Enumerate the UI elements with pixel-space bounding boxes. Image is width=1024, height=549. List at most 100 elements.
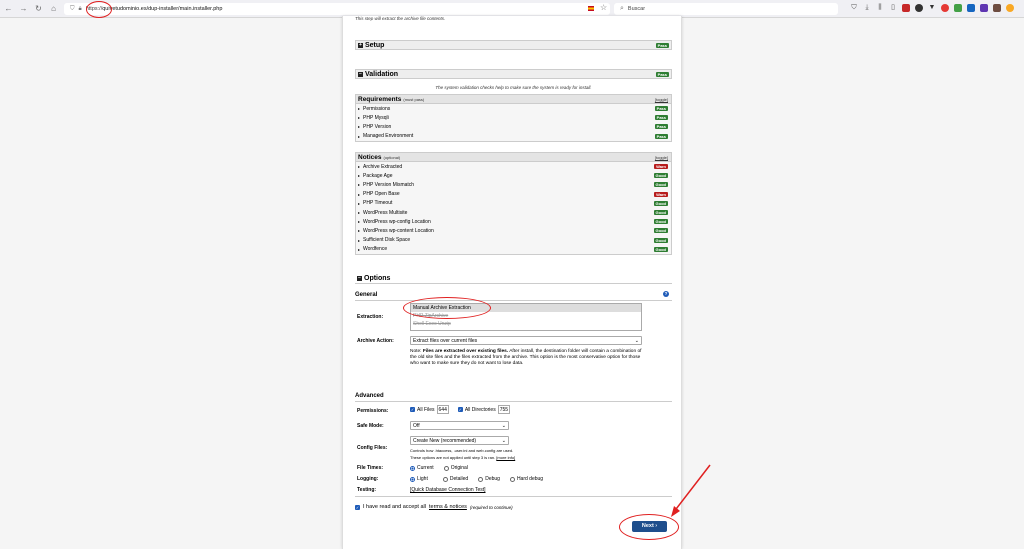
extension-icon[interactable] xyxy=(902,4,910,12)
file-times-original-radio[interactable] xyxy=(443,465,449,471)
box-title: Notices xyxy=(358,153,382,161)
divider xyxy=(355,401,672,402)
list-item[interactable]: ▸ WordPress Multisite Good xyxy=(356,208,671,217)
db-test-link[interactable]: [Quick Database Connection Test] xyxy=(410,487,486,493)
status-badge: Pass xyxy=(654,115,668,121)
list-item[interactable]: ▸ PHP Timeout Good xyxy=(356,199,671,208)
toggle-link[interactable]: [toggle] xyxy=(655,155,668,160)
caret-right-icon: ▸ xyxy=(358,124,361,130)
config-files-select[interactable]: Create New (recommended) ⌄ xyxy=(410,436,509,445)
validation-section[interactable]: − Validation Pass xyxy=(355,69,672,79)
general-heading: General xyxy=(355,292,378,298)
list-item[interactable]: ▸ Package Age Good xyxy=(356,171,671,180)
toggle-link[interactable]: [toggle] xyxy=(655,97,668,102)
list-item[interactable]: ▸ Archive Extracted Warn xyxy=(356,162,671,171)
list-item[interactable]: ▸ PHP Version Pass xyxy=(356,122,671,131)
extension-icon[interactable] xyxy=(980,4,988,12)
forward-icon[interactable]: → xyxy=(17,2,30,15)
status-badge: Pass xyxy=(655,72,669,77)
expand-icon[interactable]: + xyxy=(358,42,363,48)
chevron-down-icon: ⌄ xyxy=(501,423,506,429)
item-label: Wordfence xyxy=(363,246,388,253)
archive-action-select[interactable]: Extract files over current files ⌄ xyxy=(410,336,642,345)
pocket-icon[interactable]: ⛉ xyxy=(850,4,858,12)
list-item[interactable]: ▸ PHP Version Mismatch Good xyxy=(356,180,671,189)
list-item[interactable]: ▸ Sufficient Disk Space Good xyxy=(356,236,671,245)
box-title: Requirements xyxy=(358,95,402,103)
collapse-icon[interactable]: − xyxy=(358,71,363,77)
accept-terms-checkbox[interactable]: ✓ xyxy=(355,504,360,510)
list-item[interactable]: ▸ Managed Environment Pass xyxy=(356,132,671,141)
all-files-input[interactable]: 644 xyxy=(436,405,449,414)
downloads-icon[interactable]: ⤓ xyxy=(863,4,871,12)
extension-icon[interactable]: ▼ xyxy=(928,4,936,12)
list-item[interactable]: ▸ PHP Mysqli Pass xyxy=(356,113,671,122)
safe-mode-select[interactable]: Off ⌄ xyxy=(410,421,509,430)
archive-action-label: Archive Action: xyxy=(357,338,394,344)
safe-mode-label: Safe Mode: xyxy=(357,423,384,429)
item-label: PHP Version Mismatch xyxy=(363,181,415,188)
logging-hard-debug-radio[interactable] xyxy=(509,476,515,482)
radio-label: Light xyxy=(417,476,428,482)
notices-header: Notices (optional) [toggle] xyxy=(356,153,671,162)
more-info-link[interactable]: [more info] xyxy=(496,455,515,460)
permissions-label: Permissions: xyxy=(357,408,389,414)
bookmark-star-icon[interactable]: ☆ xyxy=(600,3,607,12)
status-badge: Good xyxy=(653,237,668,243)
checkbox-label: All Directories xyxy=(464,406,496,413)
library-icon[interactable]: ⫼ xyxy=(876,4,884,12)
status-badge: Pass xyxy=(654,106,668,111)
language-flag-icon[interactable] xyxy=(588,6,594,11)
terms-link[interactable]: terms & notices xyxy=(429,504,467,510)
list-item[interactable]: ▸ Permissions Pass xyxy=(356,104,671,113)
logging-detailed-radio[interactable] xyxy=(442,476,448,482)
caret-right-icon: ▸ xyxy=(358,228,361,234)
section-title: Validation xyxy=(365,70,399,78)
extension-icon[interactable] xyxy=(954,4,962,12)
status-badge: Good xyxy=(653,219,668,225)
all-directories-checkbox[interactable]: ✓ xyxy=(457,407,463,412)
item-label: Managed Environment xyxy=(363,133,414,140)
caret-right-icon: ▸ xyxy=(358,133,361,139)
search-bar[interactable]: ⌕ Buscar xyxy=(614,3,838,15)
logging-debug-radio[interactable] xyxy=(478,476,484,482)
config-note: Controls how .htaccess, .user.ini and we… xyxy=(410,448,514,453)
back-icon[interactable]: ← xyxy=(2,2,15,15)
setup-section[interactable]: + Setup Pass xyxy=(355,40,672,50)
list-item[interactable]: ▸ PHP Open Base Warn xyxy=(356,190,671,199)
list-item[interactable]: ▸ Wordfence Good xyxy=(356,245,671,254)
extension-icon[interactable] xyxy=(967,4,975,12)
item-label: Archive Extracted xyxy=(363,163,403,170)
shield-icon: ⛉ xyxy=(70,5,75,12)
caret-right-icon: ▸ xyxy=(358,246,361,252)
options-section[interactable]: − Options xyxy=(355,274,672,284)
logging-label: Logging: xyxy=(357,476,379,482)
sidebar-icon[interactable]: ▯ xyxy=(889,4,897,12)
account-icon[interactable] xyxy=(915,4,923,12)
validation-note: The system validation checks help to mak… xyxy=(435,85,592,90)
note-bold: Files are extracted over existing files. xyxy=(422,349,509,354)
list-item[interactable]: ▸ WordPress wp-content Location Good xyxy=(356,226,671,235)
radio-label: Hard debug xyxy=(516,476,544,482)
radio-label: Original xyxy=(450,465,468,471)
reload-icon[interactable]: ↻ xyxy=(32,2,45,15)
home-icon[interactable]: ⌂ xyxy=(47,2,60,15)
all-files-checkbox[interactable]: ✓ xyxy=(410,407,415,412)
accept-terms: ✓ I have read and accept all terms & not… xyxy=(355,504,513,510)
list-item[interactable]: ▸ WordPress wp-config Location Good xyxy=(356,217,671,226)
status-badge: Good xyxy=(653,173,668,179)
help-icon[interactable]: ? xyxy=(663,291,669,297)
extension-icon[interactable] xyxy=(1006,4,1014,12)
extension-icon[interactable] xyxy=(993,4,1001,12)
all-directories-input[interactable]: 755 xyxy=(497,405,511,414)
address-bar[interactable]: ⛉ 🔒︎ https://quivetudominio.es/dup-insta… xyxy=(64,3,610,15)
box-subtitle: (must pass) xyxy=(403,96,425,102)
radio-label: Debug xyxy=(485,476,500,482)
logging-light-radio[interactable] xyxy=(410,476,415,482)
collapse-icon[interactable]: − xyxy=(357,276,362,281)
file-times-current-radio[interactable] xyxy=(410,465,415,471)
lock-icon: 🔒︎ xyxy=(78,5,82,12)
extension-icon[interactable] xyxy=(941,4,949,12)
status-badge: Warn xyxy=(654,164,668,169)
advanced-heading: Advanced xyxy=(355,393,384,399)
